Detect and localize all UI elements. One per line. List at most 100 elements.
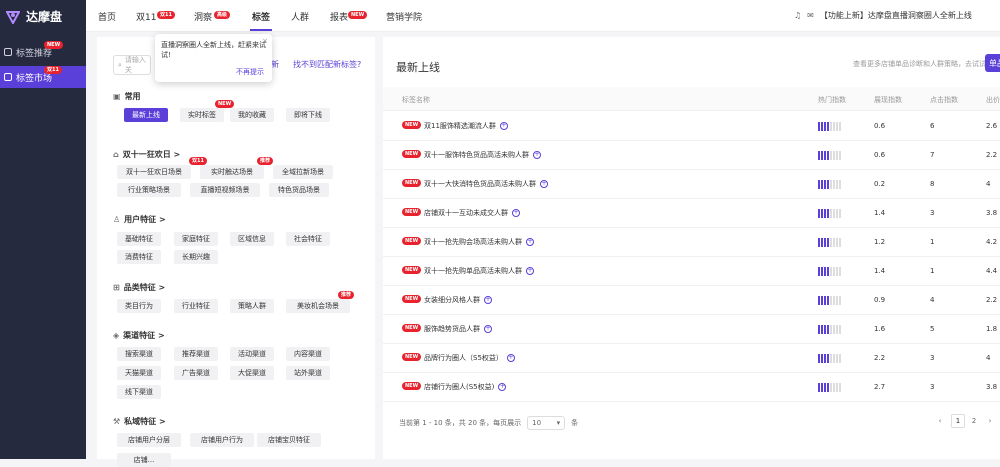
tag-channel[interactable]: 线下渠道 <box>117 385 161 399</box>
tag-offline-soon[interactable]: 即将下线 <box>286 108 330 122</box>
tag-channel[interactable]: 活动渠道 <box>230 347 274 361</box>
tag-feature[interactable]: 基础特征 <box>117 232 161 246</box>
tag-feature[interactable]: 区域信息 <box>230 232 274 246</box>
section-double11[interactable]: ⌂ 双十一狂欢日 > <box>113 149 180 160</box>
prev-page-button[interactable]: ‹ <box>933 414 947 428</box>
add-icon[interactable]: + <box>506 354 515 362</box>
tag-name[interactable]: 服饰趋势货品人群 + <box>424 324 492 334</box>
sidebar-item-recommend[interactable]: 标签推荐 NEW <box>0 41 86 63</box>
table-row[interactable]: NEW 店铺双十一互动未成交人群 +1.4 3 3.8 <box>383 199 1000 228</box>
recommend-badge: 推荐 <box>338 291 355 299</box>
table-row[interactable]: NEW 双十一服饰特色货品高活未购人群 +0.6 7 2.2 <box>383 141 1000 170</box>
section-channel[interactable]: ◈ 渠道特征 > <box>113 330 165 341</box>
notice-bar[interactable]: ♫ ✉ 【功能上新】达摩盘直播洞察圈人全新上线 <box>794 10 972 21</box>
add-icon[interactable]: + <box>526 267 534 275</box>
tag-name[interactable]: 双十一抢先购单品高活未购人群 + <box>424 266 534 276</box>
tag-channel[interactable]: 站外渠道 <box>286 366 330 380</box>
add-icon[interactable]: + <box>526 238 534 246</box>
page-button-2[interactable]: 2 <box>967 414 981 428</box>
heat-bar-segment <box>827 267 829 276</box>
table-row[interactable]: NEW 双十一抢先购单品高活未购人群 +1.4 1 4.4 <box>383 257 1000 286</box>
tag-realtime[interactable]: 实时标签 <box>180 108 224 122</box>
tag-scenario[interactable]: 实时触达场景 <box>200 165 264 179</box>
active-nav-underline <box>250 29 272 31</box>
tag-feature[interactable]: 行业特征 <box>174 299 218 313</box>
section-private[interactable]: ⚒ 私域特征 > <box>113 416 166 427</box>
tag-name[interactable]: 双十一大快消特色货品高活未购人群 + <box>424 179 548 189</box>
tag-feature[interactable]: 社会特征 <box>286 232 330 246</box>
column-header[interactable]: 点击指数 <box>930 95 958 105</box>
nav-academy[interactable]: 营销学院 <box>386 10 422 23</box>
page-button-1[interactable]: 1 <box>951 414 965 428</box>
add-icon[interactable]: + <box>499 122 508 130</box>
tag-private[interactable]: 店铺宝贝特征 <box>257 433 321 447</box>
nav-insight[interactable]: 洞察 <box>194 10 212 23</box>
tag-private[interactable]: 店铺用户行为 <box>190 433 254 447</box>
nav-tags[interactable]: 标签 <box>252 10 270 23</box>
table-row[interactable]: NEW 双11服饰精选潮流人群 +0.6 6 2.6 <box>383 112 1000 141</box>
close-icon[interactable]: × <box>262 36 268 46</box>
tag-scenario[interactable]: 双十一狂欢日场景 <box>117 165 191 179</box>
tag-scenario[interactable]: 行业策略场景 <box>117 183 181 197</box>
tag-channel[interactable]: 内容渠道 <box>286 347 330 361</box>
tag-latest[interactable]: 最新上线 <box>124 108 168 122</box>
no-match-link[interactable]: 找不到匹配新标签? <box>293 59 361 70</box>
add-icon[interactable]: + <box>498 383 507 391</box>
tag-scenario[interactable]: 特色货品场景 <box>269 183 329 197</box>
dismiss-link[interactable]: 不再提示 <box>236 67 264 77</box>
tag-feature[interactable]: 类目行为 <box>117 299 161 313</box>
section-user[interactable]: ♙ 用户特征 > <box>113 214 166 225</box>
nav-reports[interactable]: 报表 <box>330 10 348 23</box>
tag-category-panel: ⌕ 请输入关 新 找不到匹配新标签? ▣ 常用 最新上线 实时标签 NEW 我的收… <box>97 37 375 467</box>
tag-scenario[interactable]: 全域拉新场景 <box>273 165 333 179</box>
add-icon[interactable]: + <box>484 296 492 304</box>
tag-private[interactable]: 店铺用户分层 <box>117 433 181 447</box>
tag-channel[interactable]: 搜索渠道 <box>117 347 161 361</box>
search-input[interactable]: ⌕ 请输入关 <box>113 55 151 75</box>
tag-name[interactable]: 双十一抢先购会场高活未购人群 + <box>424 237 534 247</box>
sidebar-item-market[interactable]: 标签市场 双11 <box>0 66 86 88</box>
tag-name[interactable]: 女装细分风格人群 + <box>424 295 492 305</box>
nav-crowd[interactable]: 人群 <box>291 10 309 23</box>
column-header[interactable]: 出价 <box>986 95 1000 105</box>
add-icon[interactable]: + <box>533 151 541 159</box>
column-header[interactable]: 热门指数 <box>818 95 846 105</box>
page-size-select[interactable]: 10 ▾ <box>527 416 566 430</box>
new-tag-link[interactable]: 新 <box>271 59 279 70</box>
tag-channel[interactable]: 推荐渠道 <box>174 347 218 361</box>
table-row[interactable]: NEW 服饰趋势货品人群 +1.6 5 1.8 <box>383 315 1000 344</box>
table-row[interactable]: NEW 双十一抢先购会场高活未购人群 +1.2 1 4.2 <box>383 228 1000 257</box>
tag-name[interactable]: 店铺行为圈人(S5权益) + <box>424 382 507 392</box>
tag-feature[interactable]: 长期兴趣 <box>174 250 218 264</box>
tag-feature[interactable]: 策略人群 <box>230 299 274 313</box>
next-page-button[interactable]: › <box>983 414 997 428</box>
tag-feature[interactable]: 家庭特征 <box>174 232 218 246</box>
section-category[interactable]: ⊞ 品类特征 > <box>113 282 165 293</box>
brand-logo[interactable]: 达摩盘 <box>6 8 62 25</box>
single-product-button[interactable]: 单品 <box>985 54 1000 72</box>
nav-home[interactable]: 首页 <box>98 10 116 23</box>
column-header[interactable]: 展现指数 <box>874 95 902 105</box>
nav-double11[interactable]: 双11 <box>136 10 156 23</box>
hint-link[interactable]: 查看更多店铺单品诊断和人群策略，去试试 <box>853 59 986 69</box>
table-row[interactable]: NEW 女装细分风格人群 +0.9 4 2.2 <box>383 286 1000 315</box>
add-icon[interactable]: + <box>484 325 492 333</box>
tag-channel[interactable]: 广告渠道 <box>174 366 218 380</box>
table-row[interactable]: NEW 店铺行为圈人(S5权益) +2.7 3 3.8 <box>383 373 1000 402</box>
tag-channel[interactable]: 大促渠道 <box>230 366 274 380</box>
tag-name[interactable]: 双十一服饰特色货品高活未购人群 + <box>424 150 541 160</box>
tag-channel[interactable]: 天猫渠道 <box>117 366 161 380</box>
heat-index <box>818 122 841 131</box>
table-row[interactable]: NEW 品牌行为圈人（S5权益） +2.2 3 4 <box>383 344 1000 373</box>
tag-name[interactable]: 双11服饰精选潮流人群 + <box>424 121 508 131</box>
tag-feature[interactable]: 美妆机会场景 <box>286 299 350 313</box>
table-row[interactable]: NEW 双十一大快消特色货品高活未购人群 +0.2 8 4 <box>383 170 1000 199</box>
tag-name[interactable]: 店铺双十一互动未成交人群 + <box>424 208 520 218</box>
add-icon[interactable]: + <box>512 209 520 217</box>
tag-scenario[interactable]: 直播短视频场景 <box>190 183 260 197</box>
tag-favorites[interactable]: 我的收藏 <box>230 108 274 122</box>
tag-feature[interactable]: 消费特征 <box>117 250 161 264</box>
add-icon[interactable]: + <box>540 180 548 188</box>
tag-name[interactable]: 品牌行为圈人（S5权益） + <box>424 353 515 363</box>
tag-private[interactable]: 店铺... <box>117 453 171 467</box>
